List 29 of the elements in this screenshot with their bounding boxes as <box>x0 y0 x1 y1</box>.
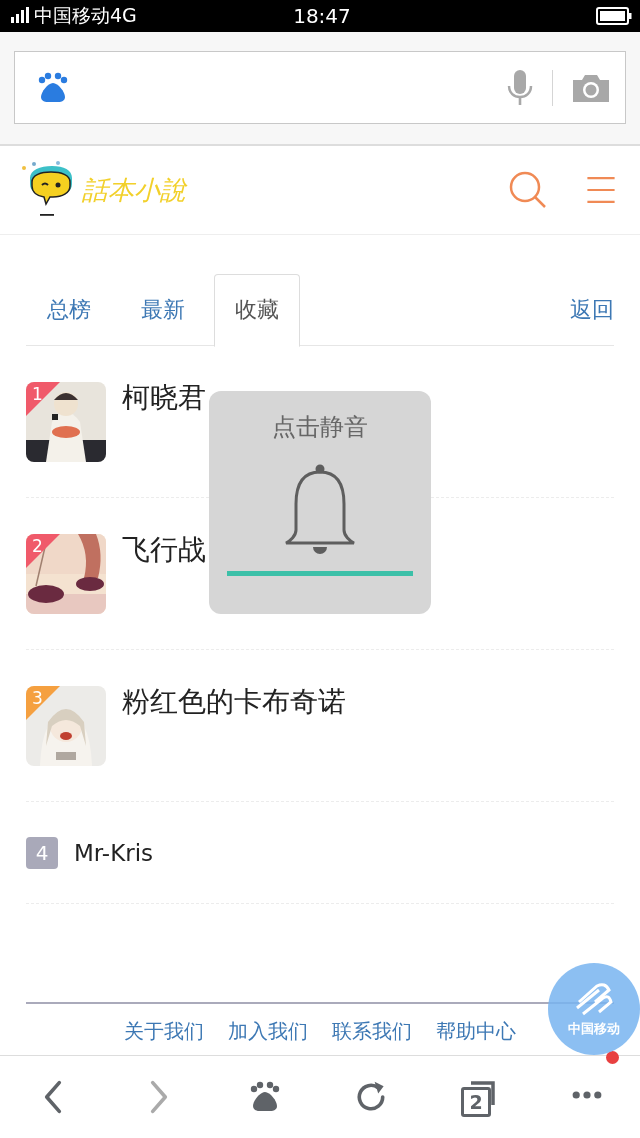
signal-icon <box>8 7 30 25</box>
book-title[interactable]: Mr-Kris <box>74 836 154 869</box>
carrier-name: 中国移动4G <box>34 3 137 28</box>
mute-toast[interactable]: 点击静音 <box>209 391 431 614</box>
tab-count: 2 <box>461 1087 491 1117</box>
battery-icon <box>596 7 632 25</box>
rank-number: 2 <box>32 536 43 556</box>
site-logo-text: 話本小說 <box>82 173 186 207</box>
search-icon[interactable] <box>508 170 548 210</box>
book-title[interactable]: 柯晓君 <box>122 382 206 497</box>
footer-link[interactable]: 关于我们 <box>124 1018 204 1045</box>
footer-link[interactable]: 加入我们 <box>228 1018 308 1045</box>
toast-title: 点击静音 <box>272 412 368 443</box>
footer-link[interactable]: 联系我们 <box>332 1018 412 1045</box>
book-title[interactable]: 飞行战 <box>122 534 206 649</box>
rank-number: 3 <box>32 688 43 708</box>
tab-switcher-button[interactable]: 2 <box>459 1077 499 1117</box>
carrier-label: 中国移动 <box>568 1020 620 1038</box>
tab[interactable]: 收藏 <box>214 273 300 347</box>
tab[interactable]: 最新 <box>120 273 206 347</box>
footer-link[interactable]: 帮助中心 <box>436 1018 516 1045</box>
search-field[interactable] <box>14 51 626 124</box>
microphone-icon[interactable] <box>505 68 534 107</box>
back-link[interactable]: 返回 <box>570 275 614 345</box>
rank-number: 1 <box>32 384 43 404</box>
tab[interactable]: 总榜 <box>26 273 112 347</box>
rank-badge: 4 <box>26 836 58 869</box>
book-title[interactable]: 粉红色的卡布奇诺 <box>122 686 346 801</box>
clock-time: 18:47 <box>293 4 351 28</box>
